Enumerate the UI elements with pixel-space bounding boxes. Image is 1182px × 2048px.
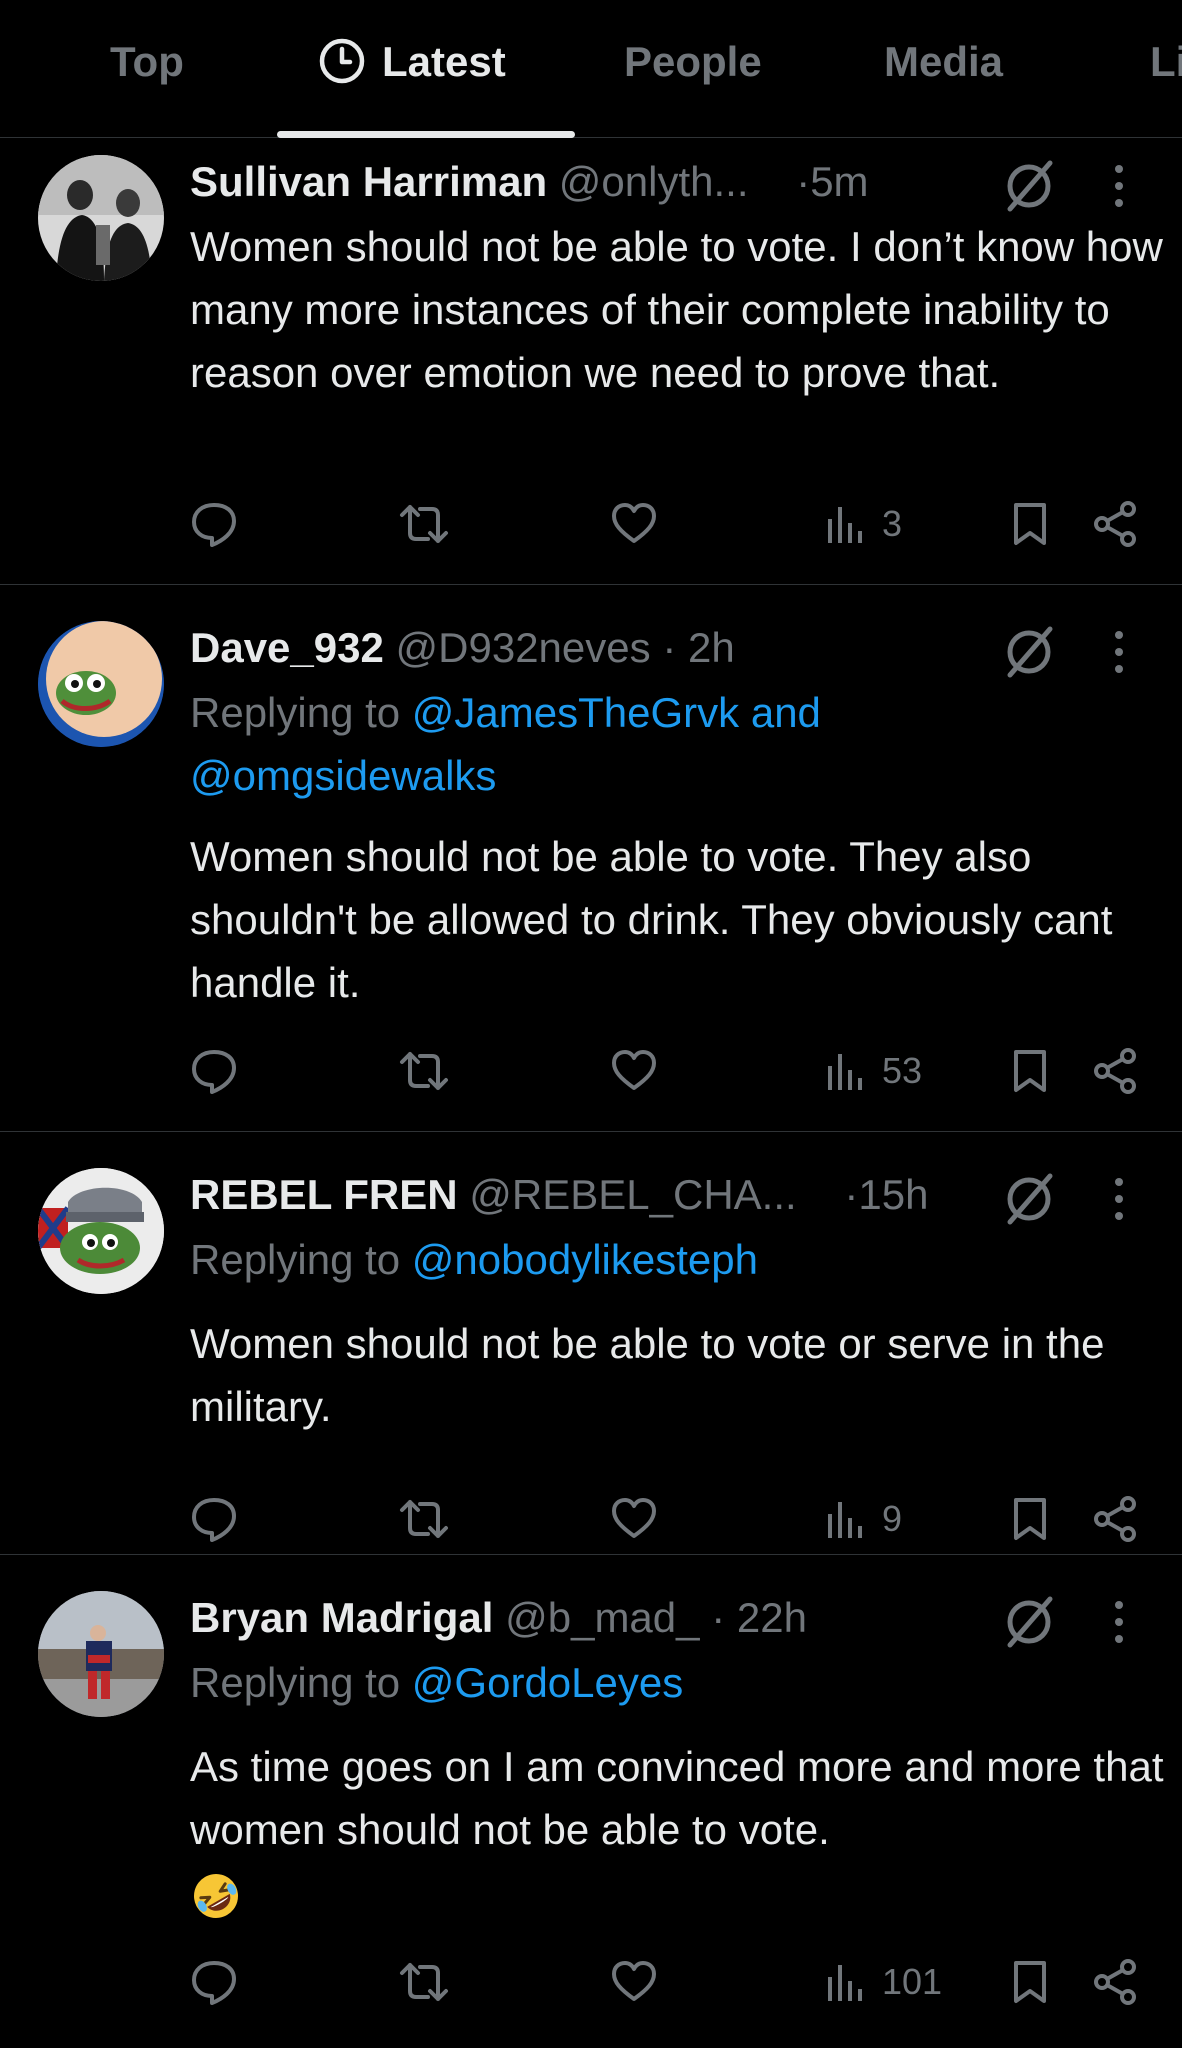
avatar[interactable]	[38, 155, 164, 281]
username[interactable]: @b_mad_	[505, 1594, 699, 1641]
more-options-icon[interactable]	[1108, 157, 1130, 215]
replying-to: Replying to @nobodylikesteph	[190, 1228, 1150, 1291]
timestamp[interactable]: 15h	[858, 1171, 928, 1218]
tweet[interactable]: Dave_932 @D932neves · 2h Replying to @Ja…	[0, 585, 1182, 1132]
tab-latest[interactable]: Latest	[318, 32, 506, 92]
tab-top[interactable]: Top	[110, 32, 184, 92]
tweet[interactable]: Sullivan Harriman @onlyth... ·5m Women s…	[0, 138, 1182, 585]
tweet-header: Bryan Madrigal @b_mad_ · 22h	[190, 1588, 807, 1648]
views-count: 101	[882, 1961, 943, 2002]
search-tabs: Top Latest People Media Li	[0, 0, 1182, 138]
more-options-icon[interactable]	[1108, 1170, 1130, 1228]
tweet-text: As time goes on I am convinced more and …	[190, 1735, 1180, 1924]
views-icon[interactable]	[824, 499, 864, 549]
display-name[interactable]: Dave_932	[190, 624, 384, 671]
views-icon[interactable]	[824, 1046, 864, 1096]
replying-to-label: Replying to	[190, 1659, 412, 1706]
tweet-header: Dave_932 @D932neves · 2h	[190, 618, 735, 678]
tab-latest-label: Latest	[382, 38, 506, 85]
mention-link[interactable]: @GordoLeyes	[412, 1659, 683, 1706]
repost-icon[interactable]	[398, 1957, 450, 2007]
tweet-actions: 101	[0, 1957, 1182, 2007]
grok-icon[interactable]	[1000, 623, 1058, 681]
display-name[interactable]: Sullivan Harriman	[190, 158, 547, 205]
timestamp[interactable]: 2h	[688, 624, 735, 671]
bookmark-icon[interactable]	[1010, 1046, 1050, 1096]
replying-to: Replying to @JamesTheGrvk and @omgsidewal…	[190, 681, 1150, 807]
tweet-text: Women should not be able to vote. I don’…	[190, 223, 1163, 396]
avatar[interactable]	[38, 621, 164, 747]
username[interactable]: @onlyth...	[559, 158, 749, 205]
replying-to-label: Replying to	[190, 1236, 412, 1283]
tweet-text-content: As time goes on I am convinced more and …	[190, 1743, 1164, 1853]
share-icon[interactable]	[1092, 499, 1140, 549]
username[interactable]: @REBEL_CHA...	[469, 1171, 796, 1218]
tab-people[interactable]: People	[624, 32, 762, 92]
clock-icon	[319, 38, 365, 84]
share-icon[interactable]	[1092, 1494, 1140, 1544]
separator-dot: ·	[844, 1171, 859, 1218]
like-icon[interactable]	[610, 1494, 658, 1544]
tweet[interactable]: REBEL FREN @REBEL_CHA... ·15h Replying t…	[0, 1132, 1182, 1555]
share-icon[interactable]	[1092, 1957, 1140, 2007]
separator-dot: ·	[796, 158, 811, 205]
grok-icon[interactable]	[1000, 1170, 1058, 1228]
repost-icon[interactable]	[398, 1494, 450, 1544]
tweet-actions: 9	[0, 1494, 1182, 1544]
tweet-text: Women should not be able to vote. They a…	[190, 833, 1113, 1006]
tab-lists[interactable]: Li	[1150, 32, 1182, 92]
bookmark-icon[interactable]	[1010, 1494, 1050, 1544]
separator-dot: ·	[711, 1594, 726, 1641]
grok-icon[interactable]	[1000, 1593, 1058, 1651]
views-icon[interactable]	[824, 1957, 864, 2007]
replying-to: Replying to @GordoLeyes	[190, 1651, 1150, 1714]
more-options-icon[interactable]	[1108, 1593, 1130, 1651]
tweet-actions: 3	[0, 499, 1182, 549]
views-count: 3	[882, 503, 903, 544]
avatar[interactable]	[38, 1168, 164, 1294]
bookmark-icon[interactable]	[1010, 499, 1050, 549]
repost-icon[interactable]	[398, 1046, 450, 1096]
username[interactable]: @D932neves	[396, 624, 651, 671]
more-options-icon[interactable]	[1108, 623, 1130, 681]
mention-link[interactable]: @nobodylikesteph	[412, 1236, 758, 1283]
reply-icon[interactable]	[190, 499, 238, 549]
timestamp[interactable]: 5m	[810, 158, 868, 205]
tweet-actions: 53	[0, 1046, 1182, 1096]
grok-icon[interactable]	[1000, 157, 1058, 215]
like-icon[interactable]	[610, 499, 658, 549]
active-tab-indicator	[277, 131, 575, 138]
reply-icon[interactable]	[190, 1046, 238, 1096]
tweet[interactable]: Bryan Madrigal @b_mad_ · 22h Replying to…	[0, 1555, 1182, 2048]
mention-link[interactable]: @JamesTheGrvk and	[412, 689, 821, 736]
rolling-on-floor-laughing-emoji-icon	[194, 1873, 238, 1918]
mention-link[interactable]: @omgsidewalks	[190, 752, 496, 799]
bookmark-icon[interactable]	[1010, 1957, 1050, 2007]
separator-dot: ·	[662, 624, 677, 671]
like-icon[interactable]	[610, 1957, 658, 2007]
tweet-header: REBEL FREN @REBEL_CHA... ·15h	[190, 1165, 928, 1225]
like-icon[interactable]	[610, 1046, 658, 1096]
tab-media[interactable]: Media	[884, 32, 1003, 92]
timestamp[interactable]: 22h	[737, 1594, 807, 1641]
share-icon[interactable]	[1092, 1046, 1140, 1096]
views-icon[interactable]	[824, 1494, 864, 1544]
replying-to-label: Replying to	[190, 689, 412, 736]
repost-icon[interactable]	[398, 499, 450, 549]
avatar[interactable]	[38, 1591, 164, 1717]
display-name[interactable]: Bryan Madrigal	[190, 1594, 493, 1641]
views-count: 53	[882, 1050, 923, 1091]
views-count: 9	[882, 1498, 903, 1539]
tweet-header: Sullivan Harriman @onlyth... ·5m	[190, 152, 869, 212]
display-name[interactable]: REBEL FREN	[190, 1171, 458, 1218]
reply-icon[interactable]	[190, 1957, 238, 2007]
reply-icon[interactable]	[190, 1494, 238, 1544]
tweet-text: Women should not be able to vote or serv…	[190, 1320, 1105, 1430]
